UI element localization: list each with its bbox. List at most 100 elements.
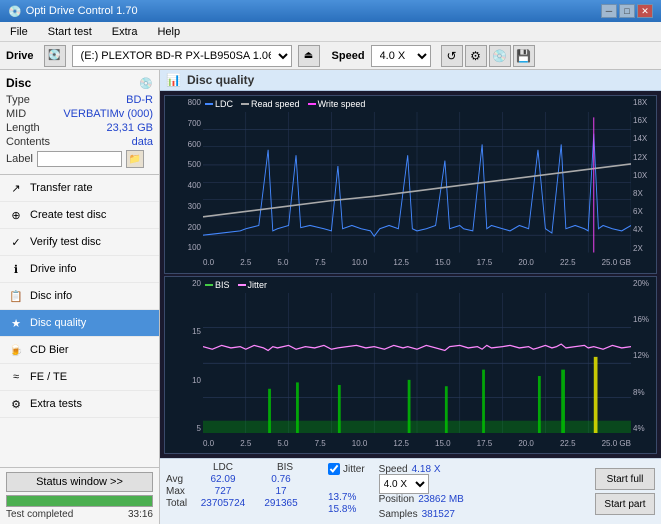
drive-bar: Drive 💽 (E:) PLEXTOR BD-R PX-LB950SA 1.0… <box>0 42 661 70</box>
legend-read-speed: Read speed <box>241 99 300 109</box>
sidebar-item-drive-info[interactable]: ℹ Drive info <box>0 256 159 283</box>
disc-quality-icon: ★ <box>8 315 24 331</box>
label-browse-button[interactable]: 📁 <box>126 150 144 168</box>
eject-button[interactable]: ⏏ <box>298 45 320 67</box>
nav-items: ↗ Transfer rate ⊕ Create test disc ✓ Ver… <box>0 175 159 467</box>
chart-title: Disc quality <box>187 73 254 87</box>
position-value: 23862 MB <box>418 494 464 505</box>
verify-test-disc-icon: ✓ <box>8 234 24 250</box>
sidebar-item-transfer-rate[interactable]: ↗ Transfer rate <box>0 175 159 202</box>
sidebar-item-extra-tests[interactable]: ⚙ Extra tests <box>0 391 159 418</box>
jitter-checkbox[interactable] <box>328 463 340 475</box>
type-label: Type <box>6 94 30 106</box>
contents-value: data <box>132 136 153 148</box>
transfer-rate-icon: ↗ <box>8 180 24 196</box>
bottom-chart: BIS Jitter 20 15 10 5 <box>164 276 657 455</box>
sidebar: Disc 💿 Type BD-R MID VERBATIMv (000) Len… <box>0 70 160 524</box>
top-chart-y-axis-right: 18X 16X 14X 12X 10X 8X 6X 4X 2X <box>631 96 656 253</box>
sidebar-item-disc-info-label: Disc info <box>30 290 72 302</box>
drive-icon-btn[interactable]: 💽 <box>44 45 66 67</box>
sidebar-item-disc-quality[interactable]: ★ Disc quality <box>0 310 159 337</box>
total-label: Total <box>166 498 194 509</box>
sidebar-item-disc-quality-label: Disc quality <box>30 317 86 329</box>
position-label: Position <box>379 494 415 505</box>
sidebar-item-verify-test-disc[interactable]: ✓ Verify test disc <box>0 229 159 256</box>
start-part-button[interactable]: Start part <box>595 493 655 515</box>
menu-extra[interactable]: Extra <box>106 24 144 40</box>
sidebar-item-cd-bier[interactable]: 🍺 CD Bier <box>0 337 159 364</box>
maximize-button[interactable]: □ <box>619 4 635 18</box>
title-bar-controls: ─ □ ✕ <box>601 4 653 18</box>
total-ldc-value: 23705724 <box>194 498 252 509</box>
jitter-label: Jitter <box>343 464 365 475</box>
status-text: Test completed <box>6 509 73 520</box>
legend-jitter-label: Jitter <box>248 280 268 290</box>
sidebar-item-fe-te[interactable]: ≈ FE / TE <box>0 364 159 391</box>
charts-container: LDC Read speed Write speed 800 700 <box>160 91 661 458</box>
status-window-button[interactable]: Status window >> <box>6 472 153 492</box>
legend-write-speed-label: Write speed <box>318 99 366 109</box>
legend-bis: BIS <box>205 280 230 290</box>
max-label: Max <box>166 486 194 497</box>
total-bis-value: 291365 <box>252 498 310 509</box>
legend-ldc: LDC <box>205 99 233 109</box>
sidebar-item-disc-info[interactable]: 📋 Disc info <box>0 283 159 310</box>
drive-select[interactable]: (E:) PLEXTOR BD-R PX-LB950SA 1.06 <box>72 45 292 67</box>
disc-icon[interactable]: 💿 <box>489 45 511 67</box>
minimize-button[interactable]: ─ <box>601 4 617 18</box>
top-chart: LDC Read speed Write speed 800 700 <box>164 95 657 274</box>
bottom-chart-y-axis-left: 20 15 10 5 <box>165 277 203 434</box>
length-label: Length <box>6 122 40 134</box>
contents-label: Contents <box>6 136 50 148</box>
drive-label: Drive <box>6 50 34 62</box>
samples-label: Samples <box>379 509 418 520</box>
bottom-chart-svg <box>203 293 631 434</box>
sidebar-item-extra-tests-label: Extra tests <box>30 398 82 410</box>
max-ldc-value: 727 <box>194 486 252 497</box>
type-value: BD-R <box>126 94 153 106</box>
disc-panel-title: Disc <box>6 76 31 90</box>
disc-info-icon: 📋 <box>8 288 24 304</box>
mid-label: MID <box>6 108 26 120</box>
sidebar-item-create-test-disc[interactable]: ⊕ Create test disc <box>0 202 159 229</box>
progress-bar <box>6 495 153 507</box>
cd-bier-icon: 🍺 <box>8 342 24 358</box>
main-area: Disc 💿 Type BD-R MID VERBATIMv (000) Len… <box>0 70 661 524</box>
config-icon[interactable]: ⚙ <box>465 45 487 67</box>
disc-panel: Disc 💿 Type BD-R MID VERBATIMv (000) Len… <box>0 70 159 175</box>
save-icon[interactable]: 💾 <box>513 45 535 67</box>
fe-te-icon: ≈ <box>8 369 24 385</box>
menu-start-test[interactable]: Start test <box>42 24 98 40</box>
sidebar-item-cd-bier-label: CD Bier <box>30 344 69 356</box>
legend-bis-label: BIS <box>215 280 230 290</box>
extra-tests-icon: ⚙ <box>8 396 24 412</box>
menu-help[interactable]: Help <box>151 24 186 40</box>
avg-ldc-value: 62.09 <box>194 474 252 485</box>
sidebar-item-create-test-disc-label: Create test disc <box>30 209 106 221</box>
length-value: 23,31 GB <box>107 122 153 134</box>
drive-info-icon: ℹ <box>8 261 24 277</box>
legend-ldc-label: LDC <box>215 99 233 109</box>
legend-read-speed-label: Read speed <box>251 99 300 109</box>
speed-select-drive[interactable]: 4.0 X <box>371 45 431 67</box>
top-chart-legend: LDC Read speed Write speed <box>205 99 365 109</box>
top-chart-svg-area <box>203 112 631 253</box>
create-test-disc-icon: ⊕ <box>8 207 24 223</box>
menu-file[interactable]: File <box>4 24 34 40</box>
sidebar-item-fe-te-label: FE / TE <box>30 371 67 383</box>
top-chart-x-axis: 0.0 2.5 5.0 7.5 10.0 12.5 15.0 17.5 20.0… <box>203 253 631 273</box>
label-input[interactable] <box>37 151 122 167</box>
progress-bar-inner <box>7 496 152 506</box>
sidebar-item-transfer-rate-label: Transfer rate <box>30 182 93 194</box>
title-bar: 💿 Opti Drive Control 1.70 ─ □ ✕ <box>0 0 661 22</box>
speed-stat-select[interactable]: 4.0 X <box>379 474 429 494</box>
status-section: Status window >> Test completed 33:16 <box>0 467 159 524</box>
close-button[interactable]: ✕ <box>637 4 653 18</box>
start-full-button[interactable]: Start full <box>595 468 655 490</box>
status-row: Test completed 33:16 <box>6 509 153 520</box>
bottom-chart-y-axis-right: 20% 16% 12% 8% 4% <box>631 277 656 434</box>
status-time: 33:16 <box>128 509 153 520</box>
app-icon: 💿 <box>8 5 22 18</box>
speed-stat-value: 4.18 X <box>412 464 441 475</box>
refresh-icon[interactable]: ↺ <box>441 45 463 67</box>
